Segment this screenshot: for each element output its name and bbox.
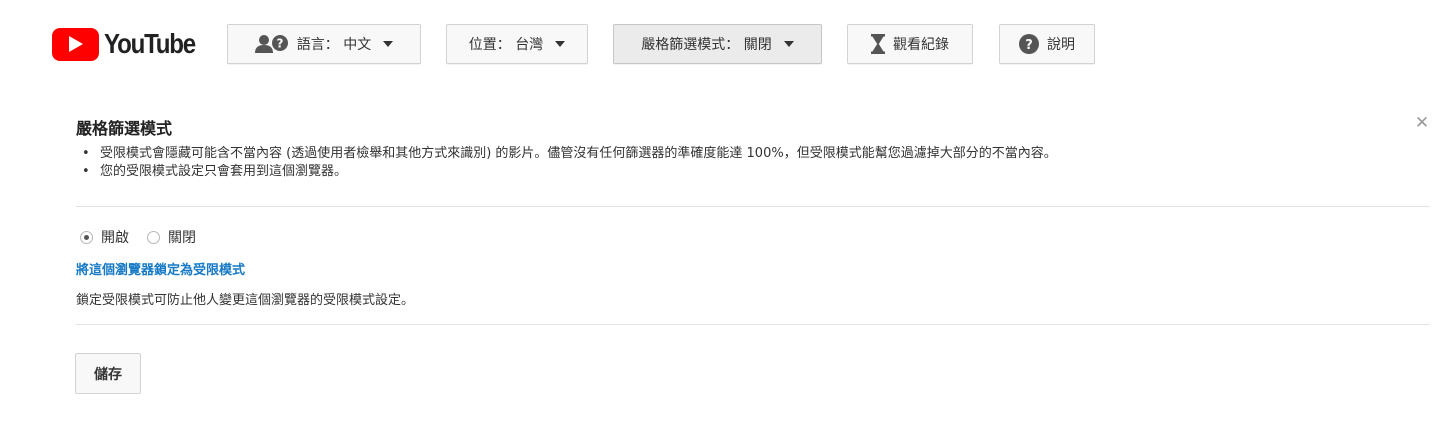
- panel-title: 嚴格篩選模式: [76, 119, 173, 138]
- svg-text:?: ?: [276, 37, 283, 51]
- radio-off[interactable]: 關閉: [147, 227, 196, 247]
- save-button[interactable]: 儲存: [75, 353, 141, 394]
- info-text: 您的受限模式設定只會套用到這個瀏覽器。: [100, 164, 348, 179]
- bullet-icon: •: [82, 146, 90, 161]
- language-label: 語言： 中文: [296, 37, 372, 53]
- youtube-logo[interactable]: YouTube: [52, 26, 210, 62]
- list-item: • 受限模式會隱藏可能含不當內容 (透過使用者檢舉和其他方式來識別) 的影片。儘…: [76, 145, 1057, 163]
- radio-selected-icon[interactable]: [80, 230, 93, 244]
- radio-on-label: 開啟: [101, 230, 129, 246]
- close-icon[interactable]: ✕: [1412, 113, 1432, 133]
- radio-off-label: 關閉: [168, 230, 196, 246]
- location-button[interactable]: 位置： 台灣: [446, 24, 588, 64]
- divider: [76, 206, 1430, 207]
- help-label: 說明: [1047, 37, 1075, 53]
- hourglass-icon: [871, 34, 885, 54]
- restricted-mode-label: 嚴格篩選模式： 關閉: [641, 37, 772, 53]
- chevron-down-icon: [783, 41, 794, 47]
- language-button[interactable]: ? 語言： 中文: [227, 24, 421, 64]
- chevron-down-icon: [555, 41, 566, 47]
- radio-unselected-icon[interactable]: [147, 230, 160, 244]
- info-text: 受限模式會隱藏可能含不當內容 (透過使用者檢舉和其他方式來識別) 的影片。儘管沒…: [100, 146, 1057, 161]
- chevron-down-icon: [383, 41, 394, 47]
- radio-on[interactable]: 開啟: [80, 227, 129, 247]
- help-button[interactable]: ? 說明: [999, 24, 1095, 64]
- info-list: • 受限模式會隱藏可能含不當內容 (透過使用者檢舉和其他方式來識別) 的影片。儘…: [76, 145, 1057, 181]
- youtube-wordmark: YouTube: [104, 28, 196, 59]
- location-label: 位置： 台灣: [468, 37, 544, 53]
- youtube-play-icon: [52, 27, 99, 61]
- restricted-mode-options: 開啟 關閉: [80, 227, 214, 247]
- restricted-mode-button[interactable]: 嚴格篩選模式： 關閉: [613, 24, 822, 64]
- language-icon: ?: [254, 34, 289, 54]
- list-item: • 您的受限模式設定只會套用到這個瀏覽器。: [76, 163, 1057, 181]
- lock-restricted-mode-link[interactable]: 將這個瀏覽器鎖定為受限模式: [76, 259, 245, 278]
- divider: [76, 324, 1430, 325]
- bullet-icon: •: [82, 164, 90, 179]
- lock-description: 鎖定受限模式可防止他人變更這個瀏覽器的受限模式設定。: [76, 293, 415, 308]
- help-icon: ?: [1019, 34, 1039, 54]
- history-button[interactable]: 觀看紀錄: [847, 24, 973, 64]
- svg-text:?: ?: [1025, 38, 1033, 53]
- history-label: 觀看紀錄: [893, 37, 949, 53]
